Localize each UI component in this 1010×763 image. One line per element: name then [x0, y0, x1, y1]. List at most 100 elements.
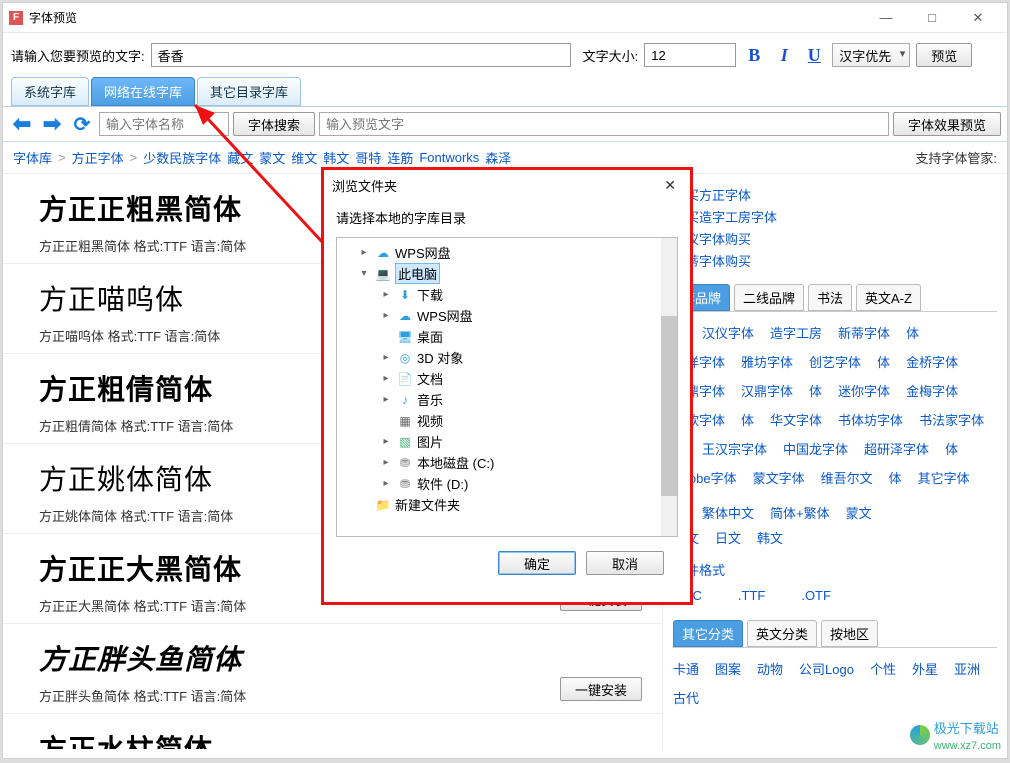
tree-node[interactable]: ▸☁WPS网盘	[339, 242, 675, 263]
crumb-link[interactable]: 字体库	[13, 148, 52, 167]
crumb-link[interactable]: 连筋	[387, 148, 413, 167]
class-tab[interactable]: 按地区	[821, 620, 878, 647]
brand-link[interactable]: 雅坊字体	[741, 352, 793, 371]
tree-node[interactable]: 🖥桌面	[339, 326, 675, 347]
crumb-link[interactable]: 藏文	[227, 148, 253, 167]
font-search-button[interactable]: 字体搜索	[233, 112, 315, 136]
back-icon[interactable]: ⬅	[9, 111, 35, 137]
class-link[interactable]: 亚洲	[954, 659, 980, 678]
format-link[interactable]: .OTF	[801, 588, 831, 603]
font-item[interactable]: 方正水柱简体 方正水柱简体 格式:TTF 语言:简体一键安装	[3, 714, 662, 749]
tree-node[interactable]: ▸☁WPS网盘	[339, 305, 675, 326]
preview-text-input-2[interactable]	[319, 112, 889, 136]
preview-button[interactable]: 预览	[916, 43, 972, 67]
format-link[interactable]: .TTF	[738, 588, 765, 603]
class-link[interactable]: 图案	[715, 659, 741, 678]
tree-expand-icon[interactable]: ▸	[379, 310, 393, 321]
class-link[interactable]: 外星	[912, 659, 938, 678]
minimize-button[interactable]: —	[863, 3, 909, 33]
tree-expand-icon[interactable]: ▸	[379, 352, 393, 363]
fontname-input[interactable]	[99, 112, 229, 136]
priority-select[interactable]: 汉字优先	[832, 43, 910, 67]
brand-link[interactable]: 创艺字体	[809, 352, 861, 371]
lang-link[interactable]: 韩文	[757, 528, 783, 547]
crumb-link[interactable]: 少数民族字体	[143, 148, 221, 167]
maximize-button[interactable]: □	[909, 3, 955, 33]
tree-expand-icon[interactable]: ▸	[379, 436, 393, 447]
brand-link[interactable]: 造字工房	[770, 323, 822, 342]
brand-link[interactable]: 汉仪字体	[702, 323, 754, 342]
class-tab[interactable]: 其它分类	[673, 620, 743, 647]
brand-link[interactable]: 维吾尔文	[821, 468, 873, 487]
close-button[interactable]: ✕	[955, 3, 1001, 33]
brand-tab[interactable]: 英文A-Z	[856, 284, 921, 311]
tree-expand-icon[interactable]: ▸	[379, 478, 393, 489]
brand-link[interactable]: 体	[809, 381, 822, 400]
class-link[interactable]: 个性	[870, 659, 896, 678]
font-item[interactable]: 方正胖头鱼简体 方正胖头鱼简体 格式:TTF 语言:简体一键安装	[3, 624, 662, 714]
tab-system[interactable]: 系统字库	[11, 77, 89, 106]
tree-node[interactable]: 📁新建文件夹	[339, 494, 675, 515]
brand-link[interactable]: 金桥字体	[906, 352, 958, 371]
tree-expand-icon[interactable]: ▸	[379, 289, 393, 300]
tree-expand-icon[interactable]: ▸	[379, 457, 393, 468]
tree-expand-icon[interactable]: ▾	[357, 268, 371, 279]
lang-link[interactable]: 日文	[715, 528, 741, 547]
brand-link[interactable]: 超研泽字体	[864, 439, 929, 458]
brand-link[interactable]: 王汉宗字体	[702, 439, 767, 458]
preview-text-input[interactable]	[151, 43, 571, 67]
tree-expand-icon[interactable]: ▸	[379, 394, 393, 405]
tree-node[interactable]: ▸♪音乐	[339, 389, 675, 410]
brand-link[interactable]: 其它字体	[918, 468, 970, 487]
underline-button[interactable]: U	[802, 45, 826, 66]
dialog-close-icon[interactable]: ✕	[658, 175, 682, 196]
scrollbar-thumb[interactable]	[661, 316, 677, 496]
tree-expand-icon[interactable]: ▸	[379, 373, 393, 384]
crumb-link[interactable]: 森泽	[485, 148, 511, 167]
class-link[interactable]: 动物	[757, 659, 783, 678]
cancel-button[interactable]: 取消	[586, 551, 664, 575]
brand-link[interactable]: 汉鼎字体	[741, 381, 793, 400]
font-effect-button[interactable]: 字体效果预览	[893, 112, 1001, 136]
tab-online[interactable]: 网络在线字库	[91, 77, 195, 106]
buy-link[interactable]: 新蒂字体购买	[673, 251, 987, 270]
brand-tab[interactable]: 二线品牌	[734, 284, 804, 311]
brand-link[interactable]: 书法家字体	[919, 410, 984, 429]
tree-expand-icon[interactable]: ▸	[357, 247, 371, 258]
buy-link[interactable]: 汉仪字体购买	[673, 229, 987, 248]
tree-node[interactable]: ▸⛃本地磁盘 (C:)	[339, 452, 675, 473]
tab-other-dir[interactable]: 其它目录字库	[197, 77, 301, 106]
lang-link[interactable]: 繁体中文	[702, 503, 754, 522]
class-tab[interactable]: 英文分类	[747, 620, 817, 647]
crumb-link[interactable]: 方正字体	[72, 148, 124, 167]
italic-button[interactable]: I	[772, 45, 796, 66]
tree-node[interactable]: ▦视频	[339, 410, 675, 431]
class-link[interactable]: 公司Logo	[799, 659, 854, 678]
brand-link[interactable]: 新蒂字体	[838, 323, 890, 342]
class-link[interactable]: 卡通	[673, 659, 699, 678]
tree-node[interactable]: ▾💻此电脑	[339, 263, 675, 284]
tree-node[interactable]: ▸⛃软件 (D:)	[339, 473, 675, 494]
brand-link[interactable]: 蒙文字体	[753, 468, 805, 487]
brand-link[interactable]: 体	[741, 410, 754, 429]
buy-link[interactable]: 购买造字工房字体	[673, 207, 987, 226]
refresh-icon[interactable]: ⟳	[69, 111, 95, 137]
brand-link[interactable]: 迷你字体	[838, 381, 890, 400]
brand-link[interactable]: 体	[889, 468, 902, 487]
folder-tree[interactable]: ▸☁WPS网盘▾💻此电脑▸⬇下载▸☁WPS网盘🖥桌面▸◎3D 对象▸📄文档▸♪音…	[336, 237, 678, 537]
crumb-link[interactable]: 蒙文	[259, 148, 285, 167]
class-link[interactable]: 古代	[673, 688, 699, 707]
brand-link[interactable]: 华文字体	[770, 410, 822, 429]
tree-node[interactable]: ▸📄文档	[339, 368, 675, 389]
brand-link[interactable]: 体	[945, 439, 958, 458]
brand-link[interactable]: 体	[906, 323, 919, 342]
forward-icon[interactable]: ➡	[39, 111, 65, 137]
install-button[interactable]: 一键安装	[560, 677, 642, 701]
tree-node[interactable]: ▸⬇下载	[339, 284, 675, 305]
ok-button[interactable]: 确定	[498, 551, 576, 575]
brand-link[interactable]: 书体坊字体	[838, 410, 903, 429]
tree-node[interactable]: ▸◎3D 对象	[339, 347, 675, 368]
tree-node[interactable]: ▸▧图片	[339, 431, 675, 452]
fontsize-input[interactable]	[644, 43, 736, 67]
lang-link[interactable]: 简体+繁体	[770, 503, 830, 522]
